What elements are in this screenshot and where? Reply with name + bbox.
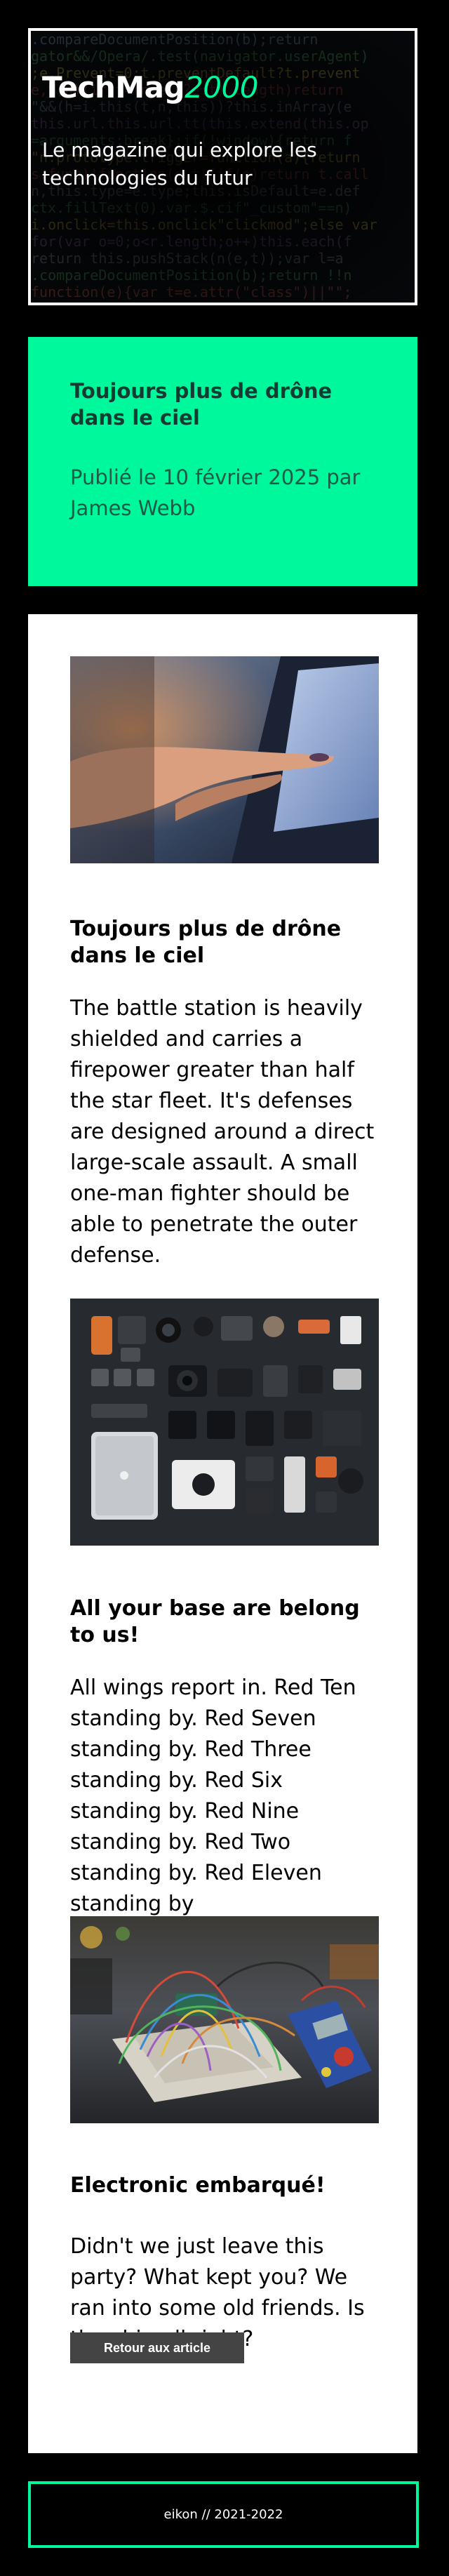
site-logo[interactable]: TechMag2000 xyxy=(42,70,258,105)
article-title: All your base are belong to us! xyxy=(70,1596,360,1647)
hand-touching-tablet-photo xyxy=(70,656,379,863)
article-body: The battle station is heavily shielded a… xyxy=(70,996,375,1268)
article-title: Electronic embarqué! xyxy=(70,2173,326,2198)
site-footer: eikon // 2021-2022 xyxy=(28,2481,419,2548)
back-to-articles-button[interactable]: Retour aux article xyxy=(70,2332,244,2363)
article-info-title: Toujours plus de drône dans le ciel xyxy=(70,379,333,430)
site-tagline: Le magazine qui explore les technologies… xyxy=(42,138,317,190)
footer-text: eikon // 2021-2022 xyxy=(163,2507,283,2522)
article-content: Toujours plus de drône dans le ciel The … xyxy=(28,614,417,2453)
electronics-breadboard-photo xyxy=(70,1916,379,2123)
brand-accent: 2000 xyxy=(185,70,258,105)
camera-gear-flatlay-photo xyxy=(70,1299,379,1546)
article-body: All wings report in. Red Ten standing by… xyxy=(70,1675,356,1916)
article-info-banner: Toujours plus de drône dans le ciel Publ… xyxy=(28,337,417,586)
article-publish-meta: Publié le 10 février 2025 par James Webb xyxy=(70,465,361,520)
brand-name: TechMag xyxy=(42,70,185,105)
article-title: Toujours plus de drône dans le ciel xyxy=(70,917,342,968)
